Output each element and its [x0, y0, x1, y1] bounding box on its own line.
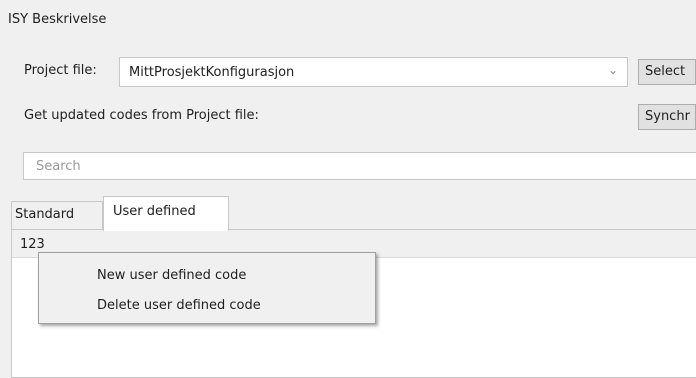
chevron-down-icon[interactable]: ⌄ [608, 63, 618, 77]
code-value: 123 [20, 237, 45, 252]
window-title: ISY Beskrivelse [8, 12, 107, 27]
window-titlebar: ISY Beskrivelse [0, 0, 696, 40]
tab-standard[interactable]: Standard [11, 201, 103, 229]
sync-label: Get updated codes from Project file: [24, 108, 259, 123]
context-menu: New user defined code Delete user define… [38, 252, 376, 324]
menu-item-new-user-defined-code[interactable]: New user defined code [97, 268, 246, 283]
synchronize-button[interactable]: Synchr [638, 104, 696, 130]
select-button[interactable]: Select [638, 59, 696, 85]
project-file-dropdown[interactable]: MittProsjektKonfigurasjon ⌄ [119, 57, 628, 87]
menu-item-delete-user-defined-code[interactable]: Delete user defined code [97, 298, 261, 313]
search-box[interactable] [23, 152, 696, 180]
context-menu-gutter [39, 253, 85, 323]
search-input[interactable] [34, 158, 678, 175]
project-file-label: Project file: [24, 63, 97, 78]
tab-user-defined[interactable]: User defined [103, 196, 229, 231]
project-file-value: MittProsjektKonfigurasjon [129, 65, 295, 80]
